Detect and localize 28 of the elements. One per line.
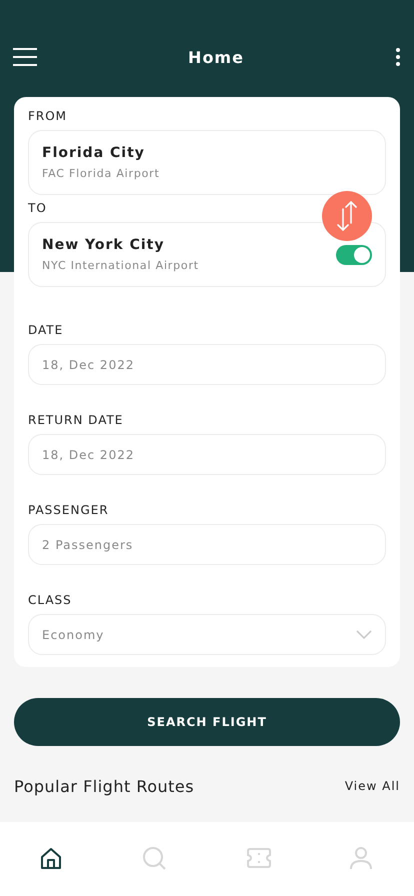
search-icon[interactable] — [143, 847, 168, 871]
swap-arrows-icon[interactable] — [336, 201, 358, 231]
view-all-link[interactable]: View All — [344, 779, 400, 793]
airport-name: NYC International Airport — [42, 259, 199, 272]
ticket-icon[interactable] — [246, 847, 271, 871]
swap-button[interactable] — [322, 191, 372, 241]
field-label: CLASS — [28, 593, 73, 607]
field-label: PASSENGER — [28, 503, 110, 517]
field-label: TO — [28, 201, 48, 215]
more-icon[interactable] — [395, 47, 401, 67]
menu-icon[interactable] — [13, 48, 37, 66]
input-field[interactable]: 2 Passengers — [28, 524, 386, 565]
dropdown-field[interactable]: Economy — [28, 614, 386, 655]
search-flight-button[interactable]: SEARCH FLIGHT — [14, 698, 400, 746]
person-icon[interactable] — [350, 847, 374, 871]
section-title: Popular Flight Routes — [14, 776, 194, 796]
field-label: RETURN DATE — [28, 413, 124, 427]
page-title: Home — [188, 48, 244, 66]
field-label: FROM — [28, 109, 68, 123]
input-field[interactable]: 18, Dec 2022 — [28, 344, 386, 385]
airport-name: FAC Florida Airport — [42, 167, 160, 180]
city-name: New York City — [42, 237, 166, 253]
toggle-switch[interactable] — [336, 244, 372, 264]
city-name: Florida City — [42, 145, 146, 161]
input-field[interactable]: 18, Dec 2022 — [28, 434, 386, 475]
field-label: DATE — [28, 323, 64, 337]
home-icon[interactable] — [40, 847, 64, 871]
chevron-down-icon[interactable] — [356, 630, 372, 639]
